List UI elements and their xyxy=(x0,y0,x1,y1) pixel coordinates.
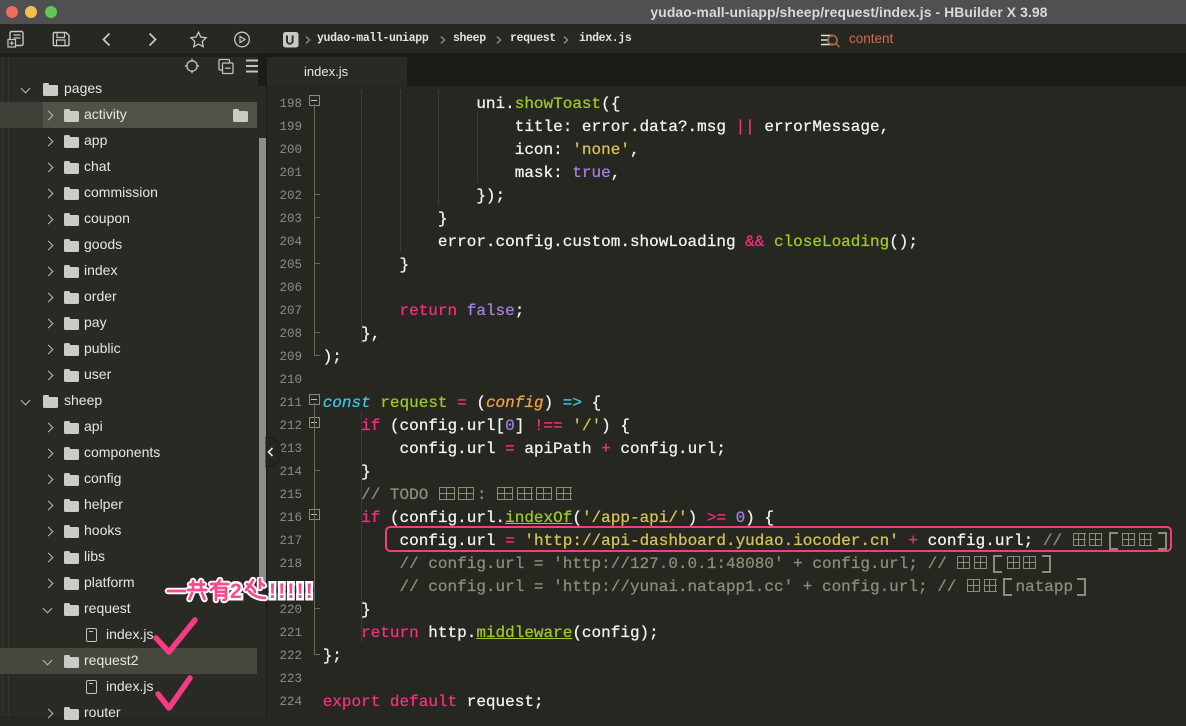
svg-text:2: 2 xyxy=(230,580,242,603)
svg-text:!!!!!: !!!!! xyxy=(269,580,315,603)
